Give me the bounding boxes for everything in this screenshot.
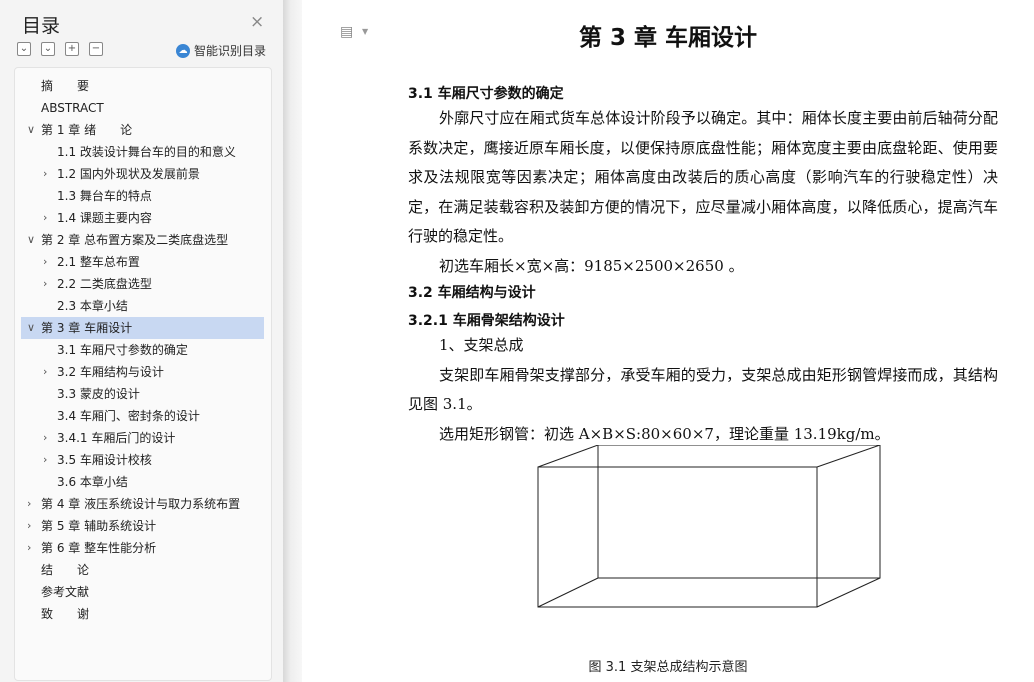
toc-item-label: 第 3 章 车厢设计	[41, 321, 133, 335]
toc-item[interactable]: › 3.2 车厢结构与设计	[21, 361, 264, 383]
section-heading-3-2-1: 3.2.1 车厢骨架结构设计	[408, 313, 565, 329]
toc-item-label: 第 1 章 绪 论	[41, 123, 133, 137]
chevron-right-icon[interactable]: ›	[27, 537, 31, 559]
toc-item-label: 1.4 课题主要内容	[57, 211, 152, 225]
toc-item[interactable]: 1.3 舞台车的特点	[21, 185, 264, 207]
toc-toolbar: ⌄ ⌄ + −	[17, 42, 103, 56]
ai-cloud-icon: ☁	[176, 43, 190, 58]
chevron-right-icon[interactable]: ›	[27, 515, 31, 537]
toc-item[interactable]: ∨ 第 3 章 车厢设计	[21, 317, 264, 339]
toc-item[interactable]: ∨ 第 2 章 总布置方案及二类底盘选型	[21, 229, 264, 251]
paragraph-text: 支架即车厢骨架支撑部分，承受车厢的受力，支架总成由矩形钢管焊接而成，其结构见图 …	[408, 365, 998, 414]
frame-back-face	[597, 445, 881, 579]
chapter-title: 第 3 章 车厢设计	[578, 25, 758, 51]
toc-item-label: 1.1 改装设计舞台车的目的和意义	[57, 145, 236, 159]
frame-structure-figure	[537, 445, 881, 608]
chevron-down-icon[interactable]: ∨	[27, 229, 35, 251]
toc-item-label: 1.3 舞台车的特点	[57, 189, 152, 203]
chevron-right-icon[interactable]: ›	[43, 273, 47, 295]
section-heading-3-1: 3.1 车厢尺寸参数的确定	[408, 86, 564, 102]
frame-front-face	[537, 466, 818, 608]
toc-list: 摘 要 ABSTRACT ∨ 第 1 章 绪 论 1.1 改装设计舞台车的目的和意义 › 1…	[14, 67, 272, 681]
chevron-right-icon[interactable]: ›	[43, 163, 47, 185]
toc-item[interactable]: ∨ 第 1 章 绪 论	[21, 119, 264, 141]
close-icon[interactable]: ×	[250, 12, 264, 32]
toc-item-label: 第 5 章 辅助系统设计	[41, 519, 157, 533]
toc-item-label: 2.1 整车总布置	[57, 255, 140, 269]
paragraph-text: 外廓尺寸应在厢式货车总体设计阶段予以确定。其中：厢体长度主要由前后轴荷分配系数决…	[408, 109, 998, 245]
paragraph-dimensions: 外廓尺寸应在厢式货车总体设计阶段予以确定。其中：厢体长度主要由前后轴荷分配系数决…	[408, 104, 998, 281]
toc-item-label: 2.3 本章小结	[57, 299, 128, 313]
toc-item[interactable]: 致 谢	[21, 603, 264, 625]
paragraph-frame: 1、支架总成 支架即车厢骨架支撑部分，承受车厢的受力，支架总成由矩形钢管焊接而成…	[408, 331, 998, 449]
chevron-right-icon[interactable]: ›	[43, 361, 47, 383]
toc-item-label: 1.2 国内外现状及发展前景	[57, 167, 200, 181]
toc-item[interactable]: 摘 要	[21, 75, 264, 97]
toc-item[interactable]: 3.1 车厢尺寸参数的确定	[21, 339, 264, 361]
toc-item-label: 3.6 本章小结	[57, 475, 128, 489]
paragraph-text: 1、支架总成	[439, 336, 524, 354]
chevron-right-icon[interactable]: ›	[27, 493, 31, 515]
chevron-right-icon[interactable]: ›	[43, 251, 47, 273]
toc-item-label: 第 2 章 总布置方案及二类底盘选型	[41, 233, 229, 247]
toc-item[interactable]: › 3.4.1 车厢后门的设计	[21, 427, 264, 449]
toc-item[interactable]: 3.3 蒙皮的设计	[21, 383, 264, 405]
toc-item[interactable]: 2.3 本章小结	[21, 295, 264, 317]
chevron-right-icon[interactable]: ›	[43, 207, 47, 229]
smart-toc-button[interactable]: ☁ 智能识别目录	[176, 42, 266, 59]
toc-sidebar: 目录 × ⌄ ⌄ + − ☁ 智能识别目录 摘 要 ABSTRACT ∨ 第 1 章 …	[0, 0, 283, 682]
toc-item[interactable]: 3.4 车厢门、密封条的设计	[21, 405, 264, 427]
figure-caption: 图 3.1 支架总成结构示意图	[588, 660, 748, 675]
paragraph-text: 初选车厢长×宽×高：9185×2500×2650 。	[439, 256, 744, 275]
toc-item[interactable]: 3.6 本章小结	[21, 471, 264, 493]
chevron-down-icon[interactable]: ∨	[27, 317, 35, 339]
toc-item[interactable]: › 1.2 国内外现状及发展前景	[21, 163, 264, 185]
toc-item-label: 3.2 车厢结构与设计	[57, 365, 164, 379]
toc-item[interactable]: 1.1 改装设计舞台车的目的和意义	[21, 141, 264, 163]
toc-item-label: 第 4 章 液压系统设计与取力系统布置	[41, 497, 241, 511]
toc-item-label: 3.1 车厢尺寸参数的确定	[57, 343, 188, 357]
toc-item[interactable]: › 1.4 课题主要内容	[21, 207, 264, 229]
pane-divider[interactable]	[283, 0, 302, 682]
chevron-right-icon[interactable]: ›	[43, 427, 47, 449]
toc-item[interactable]: 结 论	[21, 559, 264, 581]
toc-item-label: 3.5 车厢设计校核	[57, 453, 152, 467]
toc-item[interactable]: › 2.2 二类底盘选型	[21, 273, 264, 295]
section-heading-3-2: 3.2 车厢结构与设计	[408, 285, 536, 301]
smart-toc-label: 智能识别目录	[194, 44, 267, 58]
toc-item[interactable]: 参考文献	[21, 581, 264, 603]
toc-item-label: 结 论	[41, 563, 90, 577]
toc-item[interactable]: › 2.1 整车总布置	[21, 251, 264, 273]
chevron-down-icon[interactable]: ∨	[27, 119, 35, 141]
expand-all-icon[interactable]: ⌄	[41, 42, 55, 56]
toc-item[interactable]: › 3.5 车厢设计校核	[21, 449, 264, 471]
toc-item-label: 第 6 章 整车性能分析	[41, 541, 157, 555]
toc-item-label: 2.2 二类底盘选型	[57, 277, 152, 291]
toc-item-label: 致 谢	[41, 607, 90, 621]
toc-item[interactable]: › 第 6 章 整车性能分析	[21, 537, 264, 559]
toc-item[interactable]: › 第 4 章 液压系统设计与取力系统布置	[21, 493, 264, 515]
chevron-right-icon[interactable]: ›	[43, 449, 47, 471]
toc-item-label: 3.4 车厢门、密封条的设计	[57, 409, 200, 423]
toc-item-label: 3.3 蒙皮的设计	[57, 387, 140, 401]
toc-item-label: ABSTRACT	[41, 101, 104, 115]
toc-item-label: 摘 要	[41, 79, 90, 93]
toc-item[interactable]: › 第 5 章 辅助系统设计	[21, 515, 264, 537]
document-page: ▤ ▼ 第 3 章 车厢设计 3.1 车厢尺寸参数的确定 外廓尺寸应在厢式货车总…	[302, 0, 1034, 682]
collapse-all-icon[interactable]: ⌄	[17, 42, 31, 56]
toc-item-label: 参考文献	[41, 585, 90, 599]
remove-entry-icon[interactable]: −	[89, 42, 103, 56]
toc-title: 目录	[22, 15, 61, 37]
add-entry-icon[interactable]: +	[65, 42, 79, 56]
toc-item-label: 3.4.1 车厢后门的设计	[57, 431, 176, 445]
toc-item[interactable]: ABSTRACT	[21, 97, 264, 119]
